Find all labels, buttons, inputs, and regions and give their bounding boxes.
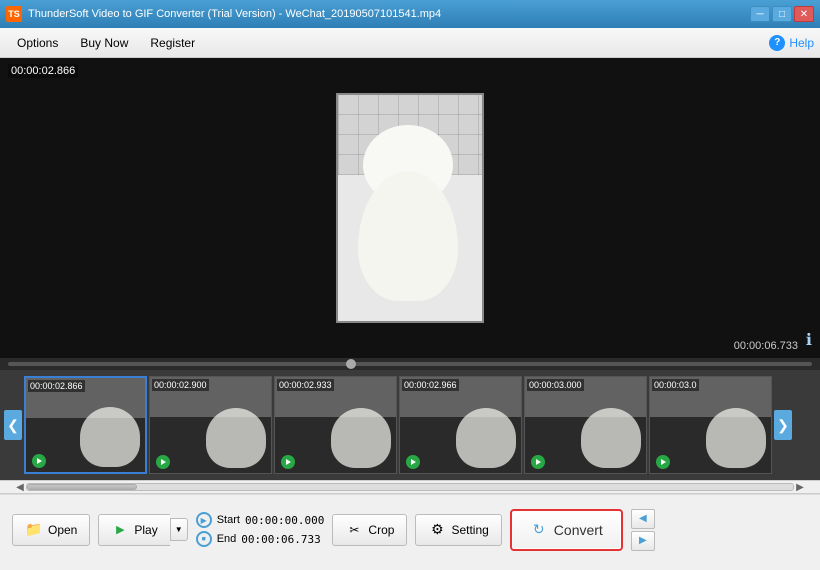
scroll-left-arrow[interactable]: ◀ <box>14 481 26 493</box>
open-button[interactable]: 📁 Open <box>12 514 90 546</box>
video-timestamp: 00:00:02.866 <box>8 64 78 78</box>
thumb-play-icon-5 <box>656 455 670 469</box>
start-label: Start <box>217 514 240 526</box>
thumb-play-icon-2 <box>281 455 295 469</box>
thumbnail-item-2[interactable]: 00:00:02.933 <box>274 376 397 474</box>
next-frame-button[interactable]: ▶ <box>631 531 655 551</box>
crop-label: Crop <box>368 523 394 537</box>
menu-options[interactable]: Options <box>6 32 69 54</box>
start-icon: ▶ <box>196 512 212 528</box>
seekbar-track[interactable] <box>8 362 812 366</box>
thumb-dog-4 <box>581 408 641 468</box>
setting-button[interactable]: ⚙ Setting <box>415 514 501 546</box>
help-icon: ? <box>769 35 785 51</box>
end-label: End <box>217 533 237 545</box>
thumb-play-icon-1 <box>156 455 170 469</box>
close-button[interactable]: ✕ <box>794 6 814 22</box>
window-controls: ─ □ ✕ <box>750 6 814 22</box>
scroll-track[interactable] <box>26 483 794 491</box>
crop-button[interactable]: ✂ Crop <box>332 514 407 546</box>
menu-register[interactable]: Register <box>139 32 206 54</box>
thumb-time-5: 00:00:03.0 <box>652 379 699 391</box>
thumbnail-item-0[interactable]: 00:00:02.866 <box>24 376 147 474</box>
end-time-row: ⏹ End 00:00:06.733 <box>196 531 325 547</box>
thumb-dog-3 <box>456 408 516 468</box>
info-icon[interactable]: ℹ <box>806 330 812 350</box>
setting-label: Setting <box>451 523 488 537</box>
thumb-time-0: 00:00:02.866 <box>28 380 85 392</box>
thumb-play-icon-0 <box>32 454 46 468</box>
video-frame <box>336 93 484 323</box>
thumbnail-item-1[interactable]: 00:00:02.900 <box>149 376 272 474</box>
prev-frame-button[interactable]: ◀ <box>631 509 655 529</box>
end-time-value: 00:00:06.733 <box>241 533 320 546</box>
convert-label: Convert <box>554 522 603 538</box>
thumb-time-1: 00:00:02.900 <box>152 379 209 391</box>
scroll-right-arrow[interactable]: ▶ <box>794 481 806 493</box>
window-title: ThunderSoft Video to GIF Converter (Tria… <box>28 8 750 20</box>
crop-icon: ✂ <box>345 521 363 539</box>
nav-buttons: ◀ ▶ <box>631 509 655 551</box>
scroll-thumb[interactable] <box>27 484 137 490</box>
thumb-dog-5 <box>706 408 766 468</box>
gear-icon: ⚙ <box>428 521 446 539</box>
folder-icon: 📁 <box>25 521 43 539</box>
video-total-time: 00:00:06.733 <box>734 340 798 352</box>
help-label[interactable]: Help <box>789 36 814 50</box>
thumbnail-item-4[interactable]: 00:00:03.000 <box>524 376 647 474</box>
play-dropdown-button[interactable]: ▼ <box>170 518 188 541</box>
thumb-time-2: 00:00:02.933 <box>277 379 334 391</box>
thumb-dog-1 <box>206 408 266 468</box>
strip-nav-right[interactable]: ❯ <box>774 410 792 440</box>
play-button[interactable]: ▶ Play <box>98 514 169 546</box>
thumb-time-3: 00:00:02.966 <box>402 379 459 391</box>
thumbnail-item-3[interactable]: 00:00:02.966 <box>399 376 522 474</box>
minimize-button[interactable]: ─ <box>750 6 770 22</box>
start-time-row: ▶ Start 00:00:00.000 <box>196 512 325 528</box>
time-area: ▶ Start 00:00:00.000 ⏹ End 00:00:06.733 <box>196 512 325 547</box>
thumbnail-item-5[interactable]: 00:00:03.0 <box>649 376 772 474</box>
app-icon: TS <box>6 6 22 22</box>
bottom-controls: 📁 Open ▶ Play ▼ ▶ Start 00:00:00.000 ⏹ E… <box>0 494 820 564</box>
scroll-area: ◀ ▶ <box>0 480 820 494</box>
play-group: ▶ Play ▼ <box>98 514 187 546</box>
thumb-play-icon-3 <box>406 455 420 469</box>
title-bar: TS ThunderSoft Video to GIF Converter (T… <box>0 0 820 28</box>
convert-button[interactable]: ↻ Convert <box>510 509 623 551</box>
thumb-time-4: 00:00:03.000 <box>527 379 584 391</box>
menu-bar: Options Buy Now Register ? Help <box>0 28 820 58</box>
strip-nav-left[interactable]: ❮ <box>4 410 22 440</box>
thumbnail-strip: ❮ 00:00:02.866 00:00:02.900 00:00:02.933… <box>0 370 820 480</box>
help-area: ? Help <box>769 35 814 51</box>
convert-icon: ↻ <box>530 521 548 539</box>
play-icon: ▶ <box>111 521 129 539</box>
thumb-play-icon-4 <box>531 455 545 469</box>
start-time-value: 00:00:00.000 <box>245 514 324 527</box>
video-preview: 00:00:02.866 00:00:06.733 ℹ <box>0 58 820 358</box>
open-label: Open <box>48 523 77 537</box>
thumb-dog-0 <box>80 407 140 467</box>
video-content <box>0 58 820 358</box>
play-label: Play <box>134 523 157 537</box>
end-icon: ⏹ <box>196 531 212 547</box>
thumb-dog-2 <box>331 408 391 468</box>
menu-buy-now[interactable]: Buy Now <box>69 32 139 54</box>
seekbar-thumb[interactable] <box>346 359 356 369</box>
maximize-button[interactable]: □ <box>772 6 792 22</box>
seekbar-area <box>0 358 820 370</box>
